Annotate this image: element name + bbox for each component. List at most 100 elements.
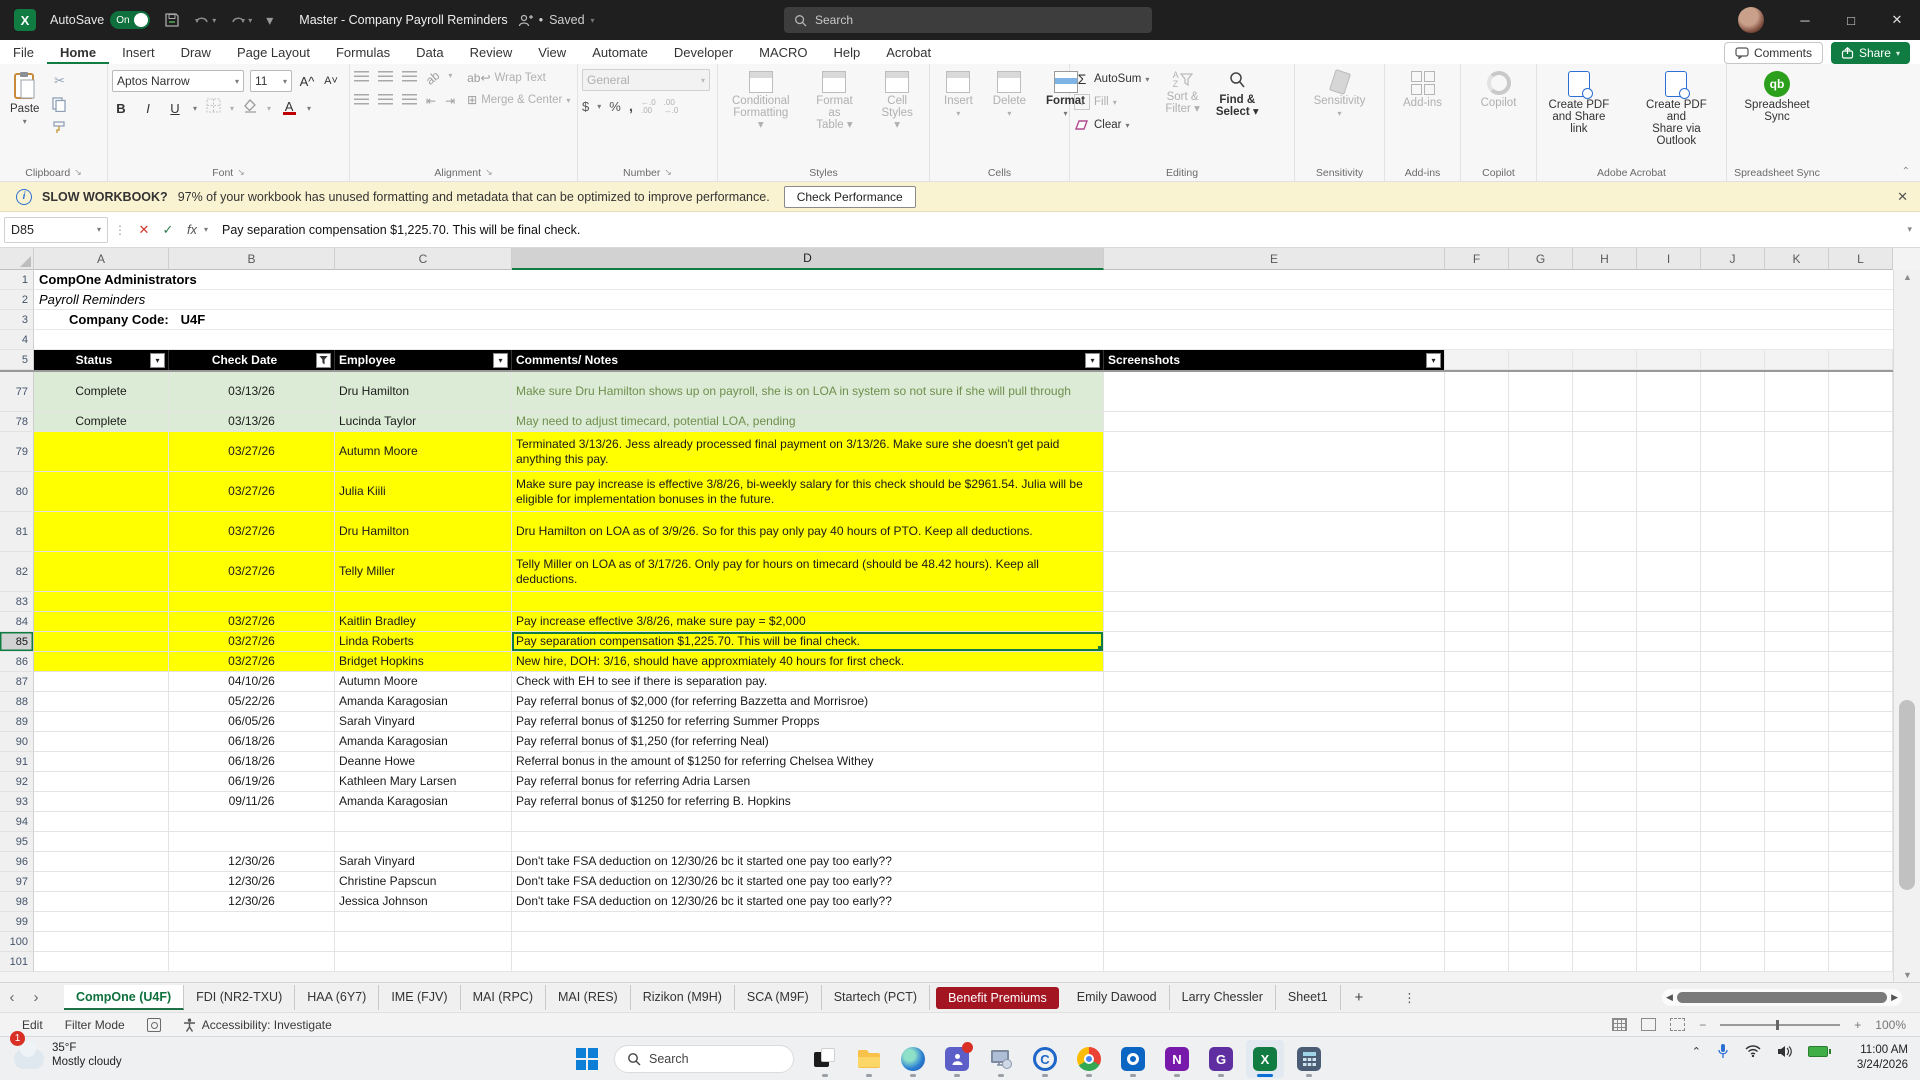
empty-cell[interactable]	[1765, 952, 1829, 972]
sheet-tab-rizikon-m9h-[interactable]: Rizikon (M9H)	[631, 985, 735, 1010]
comments-cell[interactable]: Pay referral bonus of $1250 for referrin…	[512, 712, 1104, 732]
check-date-cell[interactable]: 03/27/26	[169, 632, 335, 652]
comments-cell[interactable]	[512, 952, 1104, 972]
sheet-tab-sca-m9f-[interactable]: SCA (M9F)	[735, 985, 822, 1010]
sheet-tab-larry-chessler[interactable]: Larry Chessler	[1170, 985, 1276, 1010]
row-number[interactable]: 88	[0, 692, 34, 712]
insert-cells-button[interactable]: Insert ▾	[938, 69, 979, 120]
column-header-h[interactable]: H	[1573, 248, 1637, 270]
empty-cell[interactable]	[1445, 952, 1509, 972]
empty-cell[interactable]	[1765, 812, 1829, 832]
empty-cell[interactable]	[1701, 732, 1765, 752]
empty-cell[interactable]	[1829, 812, 1893, 832]
empty-cell[interactable]	[1765, 512, 1829, 552]
macro-record-icon[interactable]	[146, 1017, 161, 1032]
status-cell[interactable]	[34, 552, 169, 592]
empty-cell[interactable]	[1829, 632, 1893, 652]
row-number[interactable]: 77	[0, 372, 34, 412]
undo-button[interactable]: ▾	[194, 13, 216, 27]
decrease-font-icon[interactable]: A˅	[322, 75, 340, 87]
empty-cell[interactable]	[1637, 792, 1701, 812]
row-number[interactable]: 90	[0, 732, 34, 752]
empty-cell[interactable]	[1445, 872, 1509, 892]
row-number[interactable]: 87	[0, 672, 34, 692]
remote-desktop-icon[interactable]	[982, 1040, 1020, 1078]
saved-status[interactable]: Saved	[549, 13, 584, 27]
excel-app-icon[interactable]: X	[14, 9, 36, 31]
screenshots-cell[interactable]	[1104, 712, 1445, 732]
header-check-date[interactable]: Check Date	[169, 350, 335, 370]
row-number[interactable]: 96	[0, 852, 34, 872]
ribbon-tab-view[interactable]: View	[525, 42, 579, 64]
task-view-icon[interactable]	[806, 1040, 844, 1078]
increase-indent-icon[interactable]: ⇥	[445, 94, 455, 108]
empty-cell[interactable]	[1765, 592, 1829, 612]
status-cell[interactable]	[34, 772, 169, 792]
orientation-icon[interactable]: ab	[423, 68, 442, 87]
check-date-cell[interactable]: 03/27/26	[169, 552, 335, 592]
wrap-text-button[interactable]: ab↩ Wrap Text	[467, 71, 570, 85]
empty-cell[interactable]	[1509, 812, 1573, 832]
empty-cell[interactable]	[1637, 652, 1701, 672]
empty-cell[interactable]	[1637, 512, 1701, 552]
zoom-level[interactable]: 100%	[1875, 1018, 1906, 1032]
onenote-icon[interactable]: N	[1158, 1040, 1196, 1078]
empty-cell[interactable]	[1637, 952, 1701, 972]
vertical-scrollbar[interactable]: ▲ ▼	[1893, 270, 1920, 982]
column-header-g[interactable]: G	[1509, 248, 1573, 270]
empty-cell[interactable]	[1701, 872, 1765, 892]
empty-cell[interactable]	[1701, 692, 1765, 712]
row-number[interactable]: 94	[0, 812, 34, 832]
empty-cell[interactable]	[1765, 692, 1829, 712]
empty-cell[interactable]	[1509, 952, 1573, 972]
empty-cell[interactable]	[1701, 412, 1765, 432]
empty-cell[interactable]	[1445, 372, 1509, 412]
employee-cell[interactable]: Sarah Vinyard	[335, 852, 512, 872]
empty-cell[interactable]	[1829, 552, 1893, 592]
empty-cell[interactable]	[1445, 692, 1509, 712]
empty-cell[interactable]	[1445, 672, 1509, 692]
empty-cell[interactable]	[1701, 772, 1765, 792]
dialog-launcher-icon[interactable]: ↘	[664, 167, 672, 178]
check-date-cell[interactable]: 03/13/26	[169, 412, 335, 432]
empty-cell[interactable]	[1509, 792, 1573, 812]
status-cell[interactable]	[34, 732, 169, 752]
goto-icon[interactable]: G	[1202, 1040, 1240, 1078]
empty-cell[interactable]	[1509, 592, 1573, 612]
comments-cell[interactable]	[512, 932, 1104, 952]
employee-cell[interactable]: Dru Hamilton	[335, 372, 512, 412]
cell-styles-button[interactable]: Cell Styles ▾	[873, 69, 921, 133]
status-filter-icon[interactable]: ▾	[150, 352, 165, 368]
empty-cell[interactable]	[1829, 892, 1893, 912]
empty-cell[interactable]	[1637, 752, 1701, 772]
empty-cell[interactable]	[1637, 672, 1701, 692]
empty-cell[interactable]	[1573, 952, 1637, 972]
empty-cell[interactable]	[1765, 712, 1829, 732]
empty-cell[interactable]	[1445, 412, 1509, 432]
battery-icon[interactable]	[1808, 1045, 1831, 1057]
employee-cell[interactable]	[335, 812, 512, 832]
row-number[interactable]: 81	[0, 512, 34, 552]
increase-decimal-icon[interactable]: ←.0.00	[641, 98, 656, 115]
column-header-i[interactable]: I	[1637, 248, 1701, 270]
column-header-f[interactable]: F	[1445, 248, 1509, 270]
screenshots-cell[interactable]	[1104, 692, 1445, 712]
empty-cell[interactable]	[1445, 552, 1509, 592]
empty-cell[interactable]	[1445, 772, 1509, 792]
empty-cell[interactable]	[1701, 612, 1765, 632]
comments-cell[interactable]: Check with EH to see if there is separat…	[512, 672, 1104, 692]
empty-cell[interactable]	[1765, 872, 1829, 892]
screenshots-cell[interactable]	[1104, 732, 1445, 752]
empty-cell[interactable]	[1573, 892, 1637, 912]
empty-cell[interactable]	[1701, 552, 1765, 592]
save-button[interactable]	[164, 12, 180, 28]
number-format-select[interactable]: General ▾	[582, 69, 710, 91]
sheet-tab-mai-rpc-[interactable]: MAI (RPC)	[461, 985, 546, 1010]
find-select-button[interactable]: Find & Select ▾	[1210, 69, 1265, 120]
cancel-entry-icon[interactable]: ✕	[132, 222, 156, 238]
comments-cell[interactable]: Pay referral bonus for referring Adria L…	[512, 772, 1104, 792]
prev-sheet-icon[interactable]: ‹	[0, 989, 24, 1006]
empty-cell[interactable]	[1765, 852, 1829, 872]
calculator-icon[interactable]	[1290, 1040, 1328, 1078]
empty-cell[interactable]	[1573, 652, 1637, 672]
